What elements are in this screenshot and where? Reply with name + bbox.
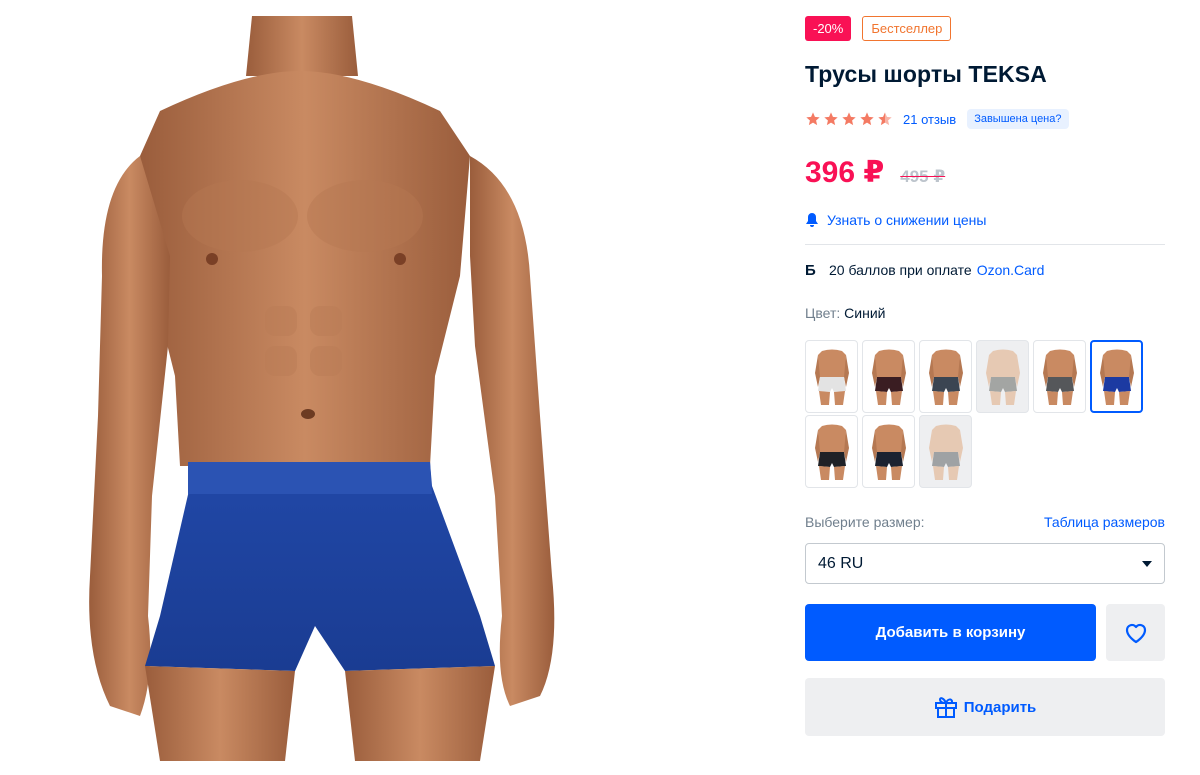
gift-icon: [934, 697, 957, 718]
color-swatch[interactable]: [976, 340, 1029, 413]
color-swatch[interactable]: [919, 415, 972, 488]
cart-row: Добавить в корзину: [805, 604, 1165, 661]
ozon-points-icon: Б: [805, 261, 816, 279]
color-value: Синий: [844, 305, 886, 321]
price-drop-label: Узнать о снижении цены: [827, 212, 987, 228]
rating-stars[interactable]: [805, 111, 893, 127]
star-icon: [806, 112, 820, 126]
size-select[interactable]: 46 RU: [805, 543, 1165, 584]
price-drop-notify[interactable]: Узнать о снижении цены: [805, 210, 1165, 230]
swatch-thumbnail: [814, 424, 849, 480]
favorite-button[interactable]: [1106, 604, 1165, 661]
gift-label: Подарить: [963, 698, 1037, 716]
swatch-thumbnail: [1099, 349, 1134, 405]
swatch-thumbnail: [814, 349, 849, 405]
ozon-card-link[interactable]: Ozon.Card: [977, 262, 1045, 278]
color-swatch[interactable]: [805, 415, 858, 488]
color-swatch[interactable]: [1090, 340, 1143, 413]
star-icon: [824, 112, 838, 126]
swatch-thumbnail: [871, 424, 906, 480]
size-row: Выберите размер: Таблица размеров: [805, 514, 1165, 532]
current-price: 396 ₽: [805, 156, 885, 189]
price-row: 396 ₽ 495 ₽: [805, 155, 1165, 191]
color-swatch[interactable]: [862, 340, 915, 413]
swatch-thumbnail: [871, 349, 906, 405]
swatch-thumbnail: [1042, 349, 1077, 405]
product-info-panel: -20% Бестселлер Трусы шорты TEKSA 21 отз…: [805, 16, 1165, 736]
bell-icon: [806, 213, 818, 227]
product-title: Трусы шорты TEKSA: [805, 61, 1047, 87]
star-icon: [842, 112, 856, 126]
product-image: [89, 16, 555, 761]
swatch-thumbnail: [928, 424, 963, 480]
color-swatch[interactable]: [862, 415, 915, 488]
color-label: Цвет:: [805, 305, 841, 321]
color-swatch[interactable]: [1033, 340, 1086, 413]
size-selected-value: 46 RU: [818, 554, 864, 572]
swatch-thumbnail: [985, 349, 1020, 405]
badges: -20% Бестселлер: [805, 16, 1165, 41]
color-line: Цвет: Синий: [805, 305, 1165, 323]
overprice-tag[interactable]: Завышена цена?: [967, 109, 1069, 129]
add-to-cart-button[interactable]: Добавить в корзину: [805, 604, 1096, 661]
gift-button[interactable]: Подарить: [805, 678, 1165, 736]
divider: [805, 244, 1165, 245]
star-icon: [860, 112, 874, 126]
star-half-icon: [878, 112, 892, 126]
bonus-row: Б 20 баллов при оплате Ozon.Card: [805, 260, 1165, 280]
swatch-thumbnail: [928, 349, 963, 405]
rating-row: 21 отзыв Завышена цена?: [805, 108, 1165, 130]
discount-badge: -20%: [805, 16, 852, 41]
bestseller-badge[interactable]: Бестселлер: [862, 16, 952, 41]
heart-icon: [1125, 623, 1146, 643]
color-swatch[interactable]: [919, 340, 972, 413]
size-table-link[interactable]: Таблица размеров: [1044, 514, 1165, 532]
product-photo[interactable]: [40, 16, 640, 761]
bonus-text: 20 баллов при оплате: [829, 262, 972, 278]
color-swatches: [805, 340, 1165, 488]
color-swatch[interactable]: [805, 340, 858, 413]
size-label: Выберите размер:: [805, 514, 925, 530]
reviews-link[interactable]: 21 отзыв: [903, 112, 956, 127]
old-price: 495 ₽: [900, 167, 946, 186]
caret-down-icon: [1142, 560, 1152, 567]
